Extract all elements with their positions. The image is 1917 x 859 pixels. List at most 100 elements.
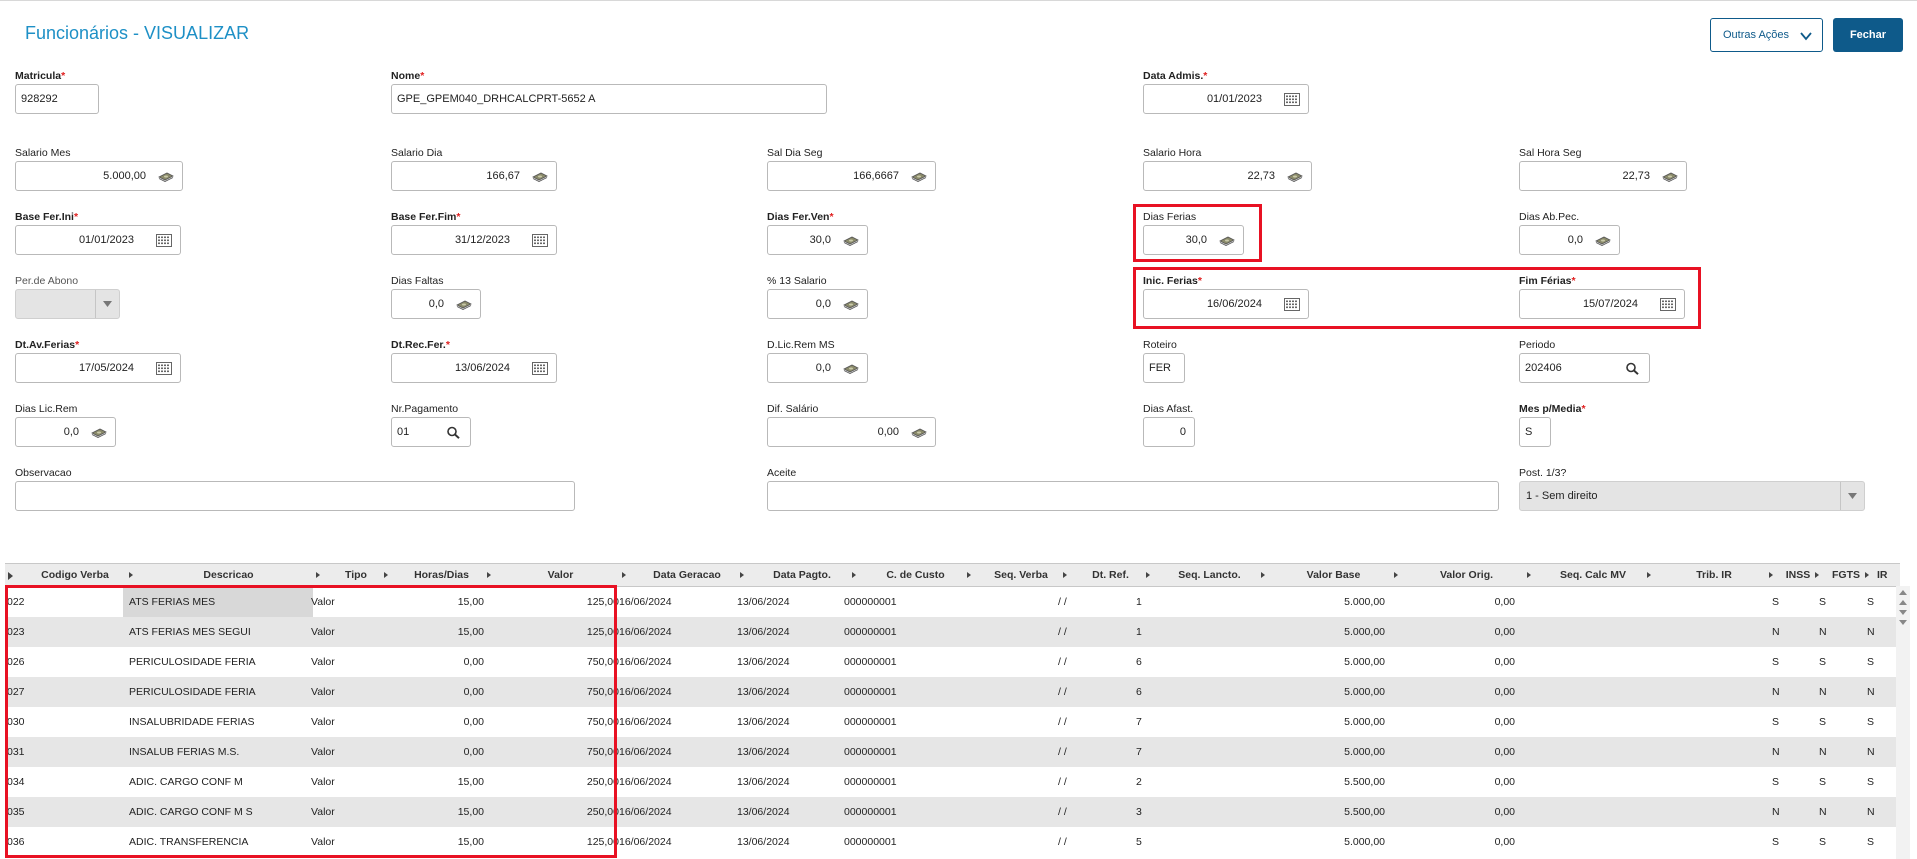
nome-label: Nome bbox=[391, 70, 421, 82]
col-tipo[interactable]: Tipo bbox=[322, 564, 390, 587]
search-icon[interactable] bbox=[446, 426, 462, 439]
cell-ir: N bbox=[1867, 626, 1875, 638]
cell-valor-base: 5.000,00 bbox=[1344, 746, 1385, 758]
col-seq-lancto[interactable]: Seq. Lancto. bbox=[1152, 564, 1267, 587]
cell-data-pagto: 13/06/2024 bbox=[737, 656, 790, 668]
money-icon[interactable] bbox=[911, 170, 927, 183]
cell-data-pagto: 13/06/2024 bbox=[737, 716, 790, 728]
money-icon[interactable] bbox=[1662, 170, 1678, 183]
matricula-input[interactable]: 928292 bbox=[15, 84, 99, 114]
fechar-button[interactable]: Fechar bbox=[1833, 18, 1903, 52]
outras-acoes-button[interactable]: Outras Ações bbox=[1710, 18, 1823, 52]
base-fer-ini-input[interactable]: 01/01/2023 bbox=[15, 225, 181, 255]
salario-mes-input[interactable]: 5.000,00 bbox=[15, 161, 183, 191]
cell-dt-ref: / / bbox=[1058, 776, 1067, 788]
per-de-abono-label: Per.de Abono bbox=[15, 275, 79, 287]
money-icon[interactable] bbox=[532, 170, 548, 183]
salario-hora-input[interactable]: 22,73 bbox=[1143, 161, 1312, 191]
sal-dia-seg-input[interactable]: 166,6667 bbox=[767, 161, 936, 191]
grid-scrollbar[interactable] bbox=[1896, 586, 1910, 859]
money-icon[interactable] bbox=[843, 234, 859, 247]
col-seq-calc-mv[interactable]: Seq. Calc MV bbox=[1533, 564, 1653, 587]
scroll-page-up-icon[interactable] bbox=[1899, 600, 1907, 605]
cell-valor-base: 5.000,00 bbox=[1344, 596, 1385, 608]
calendar-icon[interactable] bbox=[532, 234, 548, 247]
dias-fer-ven-label: Dias Fer.Ven bbox=[767, 211, 830, 223]
calendar-icon[interactable] bbox=[156, 234, 172, 247]
calendar-icon[interactable] bbox=[532, 362, 548, 375]
dif-salario-input[interactable]: 0,00 bbox=[767, 417, 936, 447]
dt-rec-fer-input[interactable]: 13/06/2024 bbox=[391, 353, 557, 383]
cell-c-de-custo: 000000001 bbox=[844, 716, 897, 728]
col-descricao[interactable]: Descricao bbox=[135, 564, 322, 587]
money-icon[interactable] bbox=[1287, 170, 1303, 183]
dias-faltas-input[interactable]: 0,0 bbox=[391, 289, 481, 319]
scroll-up-icon[interactable] bbox=[1899, 590, 1907, 595]
dias-afast-label: Dias Afast. bbox=[1143, 403, 1194, 415]
dias-fer-ven-input[interactable]: 30,0 bbox=[767, 225, 868, 255]
observacao-input[interactable] bbox=[15, 481, 575, 511]
money-icon[interactable] bbox=[1595, 234, 1611, 247]
cell-dt-ref: / / bbox=[1058, 836, 1067, 848]
scroll-down-icon[interactable] bbox=[1899, 620, 1907, 625]
col-fgts[interactable]: FGTS bbox=[1821, 564, 1871, 587]
col-trib-ir[interactable]: Trib. IR bbox=[1653, 564, 1775, 587]
col-c-de-custo[interactable]: C. de Custo bbox=[858, 564, 973, 587]
sal-hora-seg-label: Sal Hora Seg bbox=[1519, 147, 1582, 159]
periodo-input[interactable]: 202406 bbox=[1519, 353, 1650, 383]
aceite-input[interactable] bbox=[767, 481, 1499, 511]
cell-valor-base: 5.000,00 bbox=[1344, 656, 1385, 668]
dias-lic-rem-input[interactable]: 0,0 bbox=[15, 417, 116, 447]
sal-hora-seg-input[interactable]: 22,73 bbox=[1519, 161, 1687, 191]
money-icon[interactable] bbox=[911, 426, 927, 439]
cell-dt-ref: / / bbox=[1058, 596, 1067, 608]
dias-ab-pec-input[interactable]: 0,0 bbox=[1519, 225, 1620, 255]
cell-data-pagto: 13/06/2024 bbox=[737, 596, 790, 608]
money-icon[interactable] bbox=[843, 298, 859, 311]
cell-data-pagto: 13/06/2024 bbox=[737, 776, 790, 788]
per-de-abono-select[interactable] bbox=[15, 289, 120, 319]
col-data-geracao[interactable]: Data Geracao bbox=[628, 564, 746, 587]
highlight-ferias-dates bbox=[1133, 267, 1701, 329]
post-1-3-label: Post. 1/3? bbox=[1519, 467, 1567, 479]
calendar-icon[interactable] bbox=[1284, 93, 1300, 106]
nr-pagamento-input[interactable]: 01 bbox=[391, 417, 471, 447]
scroll-page-down-icon[interactable] bbox=[1899, 610, 1907, 615]
highlight-dias-ferias bbox=[1133, 204, 1262, 262]
dias-afast-input[interactable]: 0 bbox=[1143, 417, 1195, 447]
dt-av-ferias-label: Dt.Av.Ferias bbox=[15, 339, 76, 351]
cell-inss: S bbox=[1772, 836, 1780, 848]
cell-valor-base: 5.000,00 bbox=[1344, 836, 1385, 848]
money-icon[interactable] bbox=[158, 170, 174, 183]
salario-dia-label: Salario Dia bbox=[391, 147, 443, 159]
money-icon[interactable] bbox=[843, 362, 859, 375]
cell-inss: N bbox=[1772, 626, 1780, 638]
money-icon[interactable] bbox=[456, 298, 472, 311]
data-admis-input[interactable]: 01/01/2023 bbox=[1143, 84, 1309, 114]
col-inss[interactable]: INSS bbox=[1775, 564, 1821, 587]
col-codigo-verba[interactable]: Codigo Verba bbox=[15, 564, 135, 587]
mes-p-media-input[interactable]: S bbox=[1519, 417, 1551, 447]
pct-13-salario-input[interactable]: 0,0 bbox=[767, 289, 868, 319]
roteiro-input[interactable]: FER bbox=[1143, 353, 1185, 383]
base-fer-fim-input[interactable]: 31/12/2023 bbox=[391, 225, 557, 255]
calendar-icon[interactable] bbox=[156, 362, 172, 375]
d-lic-rem-ms-input[interactable]: 0,0 bbox=[767, 353, 868, 383]
col-ir[interactable]: IR bbox=[1871, 564, 1900, 587]
col-seq-verba[interactable]: Seq. Verba bbox=[973, 564, 1069, 587]
post-1-3-select[interactable]: 1 - Sem direito bbox=[1519, 481, 1865, 511]
money-icon[interactable] bbox=[91, 426, 107, 439]
outras-acoes-label: Outras Ações bbox=[1723, 29, 1790, 41]
col-valor[interactable]: Valor bbox=[493, 564, 628, 587]
col-valor-orig[interactable]: Valor Orig. bbox=[1400, 564, 1533, 587]
dt-av-ferias-input[interactable]: 17/05/2024 bbox=[15, 353, 181, 383]
col-dt-ref[interactable]: Dt. Ref. bbox=[1069, 564, 1152, 587]
col-horas-dias[interactable]: Horas/Dias bbox=[390, 564, 493, 587]
col-valor-base[interactable]: Valor Base bbox=[1267, 564, 1400, 587]
nome-input[interactable]: GPE_GPEM040_DRHCALCPRT-5652 A bbox=[391, 84, 827, 114]
search-icon[interactable] bbox=[1625, 362, 1641, 375]
salario-dia-input[interactable]: 166,67 bbox=[391, 161, 557, 191]
cell-valor-base: 5.000,00 bbox=[1344, 686, 1385, 698]
col-data-pagto[interactable]: Data Pagto. bbox=[746, 564, 858, 587]
cell-valor-orig: 0,00 bbox=[1494, 596, 1515, 608]
